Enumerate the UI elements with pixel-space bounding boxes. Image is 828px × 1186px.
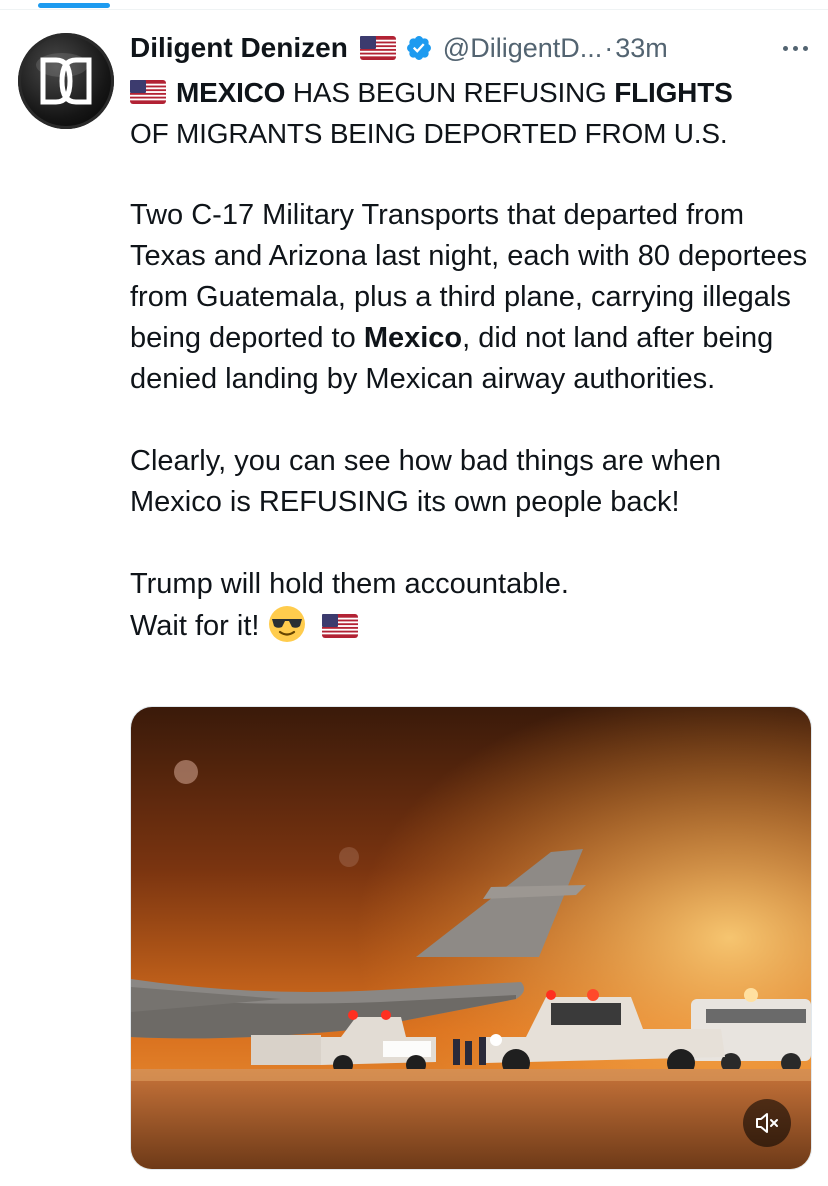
paragraph-3: Trump will hold them accountable. Wait f… <box>130 564 820 647</box>
tweet-header: Diligent Denizen @DiligentD... · 33m <box>130 26 668 70</box>
sunglasses-emoji-icon <box>268 606 305 642</box>
dd-logo-icon <box>36 53 92 105</box>
active-tab-indicator <box>38 3 110 8</box>
verified-badge-icon <box>406 36 431 60</box>
paragraph-3-line2: Wait for it! <box>130 610 268 642</box>
display-name[interactable]: Diligent Denizen <box>130 32 348 64</box>
avatar[interactable] <box>18 33 114 129</box>
video-frame-airfield-scene <box>131 707 811 1169</box>
headline: MEXICO HAS BEGUN REFUSING FLIGHTS OF MIGR… <box>130 72 820 154</box>
more-options-icon[interactable] <box>783 34 808 62</box>
bold-mexico: Mexico <box>363 322 463 354</box>
top-nav-border <box>0 0 828 10</box>
tweet-body: MEXICO HAS BEGUN REFUSING FLIGHTS OF MIGR… <box>130 72 820 647</box>
tweet-video[interactable] <box>130 706 812 1170</box>
headline-bold-mexico: MEXICO <box>176 77 286 108</box>
us-flag-icon <box>130 80 166 104</box>
muted-speaker-icon <box>756 1113 778 1133</box>
headline-bold-flights: FLIGHTS <box>614 77 733 108</box>
us-flag-icon <box>321 614 358 638</box>
author-handle[interactable]: @DiligentD... <box>443 33 602 64</box>
us-flag-icon <box>359 36 396 60</box>
mute-toggle-button[interactable] <box>743 1099 791 1147</box>
paragraph-2: Clearly, you can see how bad things are … <box>130 445 722 518</box>
paragraph-1: Two C-17 Military Transports that depart… <box>130 199 808 395</box>
timestamp[interactable]: 33m <box>615 33 668 64</box>
headline-text: HAS BEGUN REFUSING <box>285 77 615 108</box>
paragraph-3-line1: Trump will hold them accountable. <box>130 568 569 600</box>
separator-dot: · <box>604 32 614 63</box>
headline-text-line2: OF MIGRANTS BEING DEPORTED FROM U.S. <box>130 118 728 149</box>
